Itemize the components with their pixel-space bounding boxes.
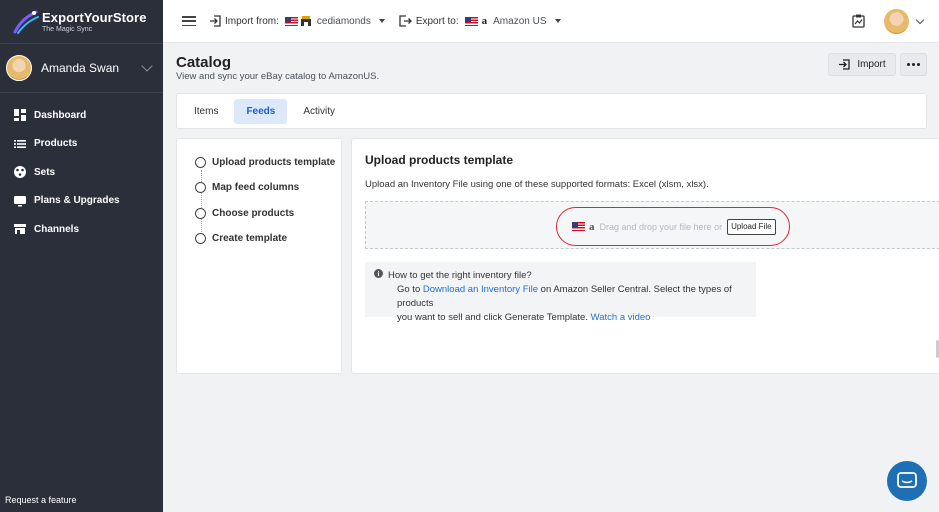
chevron-down-icon[interactable]	[915, 15, 925, 24]
sidebar-item-dashboard[interactable]: Dashboard	[0, 101, 163, 130]
activity-report-icon[interactable]	[852, 14, 865, 28]
page-subtitle: View and sync your eBay catalog to Amazo…	[176, 71, 380, 82]
user-menu[interactable]: Amanda Swan	[0, 43, 163, 93]
upload-title: Upload products template	[365, 153, 514, 167]
step-upload-template[interactable]: Upload products template	[195, 157, 335, 168]
menu-icon[interactable]	[182, 16, 196, 26]
request-feature-link[interactable]: Request a feature	[5, 495, 77, 505]
sidebar-item-label: Products	[34, 138, 78, 150]
tab-items[interactable]: Items	[182, 99, 230, 124]
step-label: Map feed columns	[212, 182, 300, 193]
sidebar-item-label: Sets	[34, 166, 56, 178]
file-dropzone[interactable]: a Drag and drop your file here or Upload…	[365, 201, 939, 249]
top-bar: Import from: cediamonds Export to: a Ama…	[163, 0, 939, 43]
sets-icon	[14, 166, 26, 179]
sidebar-item-label: Channels	[34, 223, 80, 235]
catalog-tabs: Items Feeds Activity	[176, 93, 927, 129]
watch-video-link[interactable]: Watch a video	[591, 312, 651, 323]
sidebar-item-sets[interactable]: Sets	[0, 158, 163, 187]
caret-down-icon	[378, 19, 385, 23]
ebay-store-icon	[300, 16, 311, 26]
export-to-label: Export to:	[415, 15, 459, 27]
step-map-columns[interactable]: Map feed columns	[195, 182, 299, 193]
store-icon	[14, 224, 26, 235]
user-avatar	[6, 55, 32, 81]
step-radio-icon	[195, 182, 206, 193]
download-inventory-link[interactable]: Download an Inventory File	[423, 284, 538, 295]
export-to-selector[interactable]: Export to: a Amazon US	[399, 15, 561, 27]
chat-launcher-button[interactable]	[887, 461, 927, 501]
sidebar-item-plans[interactable]: Plans & Upgrades	[0, 187, 163, 216]
chevron-down-icon	[141, 60, 153, 72]
sidebar-nav: Dashboard Products Sets Plans & Upgrades…	[0, 93, 163, 244]
dropzone-text: Drag and drop your file here or	[599, 221, 723, 232]
export-store-name: Amazon US	[493, 15, 547, 27]
us-flag-icon	[464, 16, 478, 26]
sidebar-item-label: Plans & Upgrades	[34, 195, 120, 207]
sidebar-item-products[interactable]: Products	[0, 130, 163, 159]
import-icon	[839, 59, 850, 70]
step-label: Create template	[212, 233, 288, 244]
sidebar: ExportYourStore The Magic Sync Amanda Sw…	[0, 0, 163, 512]
step-radio-icon	[195, 208, 206, 219]
import-icon	[210, 15, 221, 27]
logo-subtitle: The Magic Sync	[42, 25, 93, 33]
more-dots-icon	[907, 63, 920, 66]
feed-steps-panel: Upload products template Map feed column…	[176, 138, 342, 374]
top-user-avatar[interactable]	[883, 7, 910, 35]
amazon-icon: a	[589, 220, 595, 233]
export-icon	[399, 15, 412, 27]
chat-bubble-icon	[897, 472, 917, 488]
logo-swoosh-icon	[13, 10, 39, 34]
dashboard-icon	[14, 109, 26, 122]
import-button[interactable]: Import	[828, 53, 896, 76]
list-icon	[14, 139, 26, 148]
import-from-label: Import from:	[225, 15, 279, 27]
tab-activity[interactable]: Activity	[291, 99, 347, 124]
step-label: Upload products template	[212, 157, 336, 168]
sidebar-item-channels[interactable]: Channels	[0, 215, 163, 244]
sidebar-item-label: Dashboard	[34, 109, 87, 121]
step-radio-icon	[195, 233, 206, 244]
info-icon: i	[374, 269, 383, 278]
steps-connector	[200, 170, 202, 242]
step-choose-products[interactable]: Choose products	[195, 208, 294, 219]
us-flag-icon	[572, 222, 585, 231]
help-go-to: Go to	[397, 284, 421, 295]
amazon-icon: a	[481, 15, 488, 27]
us-flag-icon	[284, 16, 298, 26]
help-text-2: you want to sell and click Generate Temp…	[397, 312, 588, 323]
help-title: How to get the right inventory file?	[388, 270, 532, 281]
caret-down-icon	[554, 19, 561, 23]
page-title: Catalog	[176, 54, 232, 71]
tab-feeds[interactable]: Feeds	[234, 98, 288, 124]
step-radio-icon	[195, 157, 206, 168]
logo-title: ExportYourStore	[42, 9, 147, 25]
step-label: Choose products	[212, 208, 295, 219]
help-body: Go to Download an Inventory File on Amaz…	[397, 283, 756, 325]
import-from-selector[interactable]: Import from: cediamonds	[209, 15, 385, 27]
inventory-help-box: i How to get the right inventory file? G…	[365, 262, 756, 323]
import-button-label: Import	[857, 59, 886, 70]
monitor-icon	[14, 195, 26, 207]
upload-template-panel: Upload products template Upload an Inven…	[351, 138, 939, 374]
upload-file-button[interactable]: Upload File	[727, 218, 776, 235]
app-logo[interactable]: ExportYourStore The Magic Sync	[0, 0, 163, 43]
user-name: Amanda Swan	[41, 61, 120, 75]
import-store-name: cediamonds	[316, 15, 371, 27]
more-options-button[interactable]	[900, 53, 927, 76]
step-create-template[interactable]: Create template	[195, 233, 287, 244]
dropzone-highlight: a Drag and drop your file here or Upload…	[556, 207, 790, 246]
upload-description: Upload an Inventory File using one of th…	[365, 179, 709, 190]
